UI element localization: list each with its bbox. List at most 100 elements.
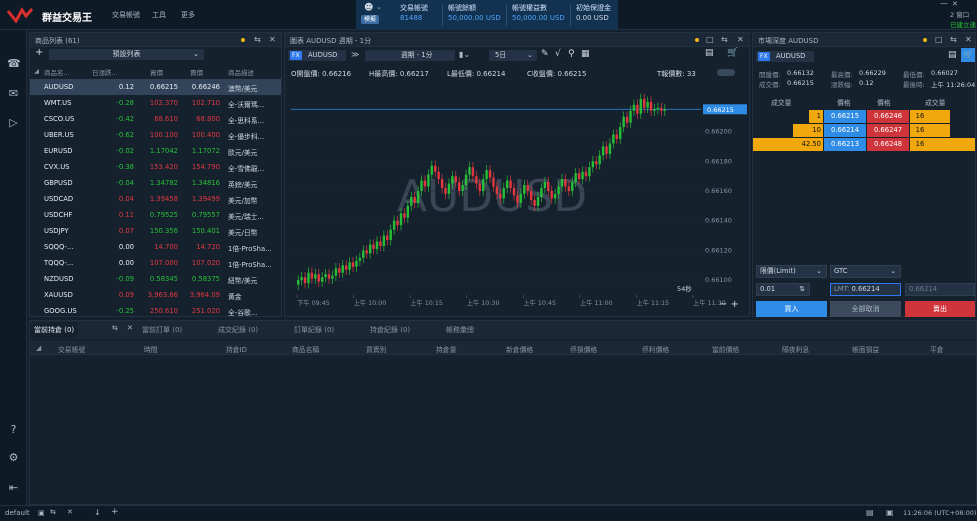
close-icon[interactable]: ✕ bbox=[737, 35, 744, 44]
bar-type-icon[interactable]: ▮⌄ bbox=[459, 50, 470, 59]
depth-symbol-select[interactable]: FX AUDUSD bbox=[756, 51, 814, 62]
product-row[interactable]: GOOG.US -0.25 250.610 251.020 全-谷歌... bbox=[30, 303, 281, 316]
menu-trade-account[interactable]: 交易帳號 bbox=[112, 10, 140, 20]
link-icon[interactable]: ⇆ bbox=[112, 324, 118, 332]
sell-button[interactable]: 賣出 bbox=[905, 301, 975, 317]
cart-icon[interactable]: 🛒 bbox=[727, 48, 738, 58]
positions-tab[interactable]: 成交紀錄 (0) bbox=[214, 322, 262, 338]
close-icon[interactable]: ✕ bbox=[67, 508, 73, 516]
buy-button[interactable]: 買入 bbox=[756, 301, 827, 317]
chart-symbol-select[interactable]: FX AUDUSD bbox=[288, 50, 346, 61]
positions-col[interactable]: 停損價格 bbox=[570, 344, 597, 354]
share-icon[interactable]: ⇆ bbox=[50, 508, 56, 516]
download-icon[interactable]: ↓ bbox=[94, 508, 101, 517]
cart-icon[interactable]: 🛒 bbox=[961, 48, 975, 62]
save-icon[interactable]: ▤ bbox=[705, 48, 714, 58]
positions-col[interactable]: 新倉價格 bbox=[506, 344, 533, 354]
positions-col[interactable]: 商品名稱 bbox=[292, 344, 319, 354]
close-tab-icon[interactable]: ✕ bbox=[127, 324, 133, 332]
bell-icon[interactable]: ☎ bbox=[7, 57, 21, 70]
product-row[interactable]: USDJPY 0.07 150.356 150.401 美元/日幣 bbox=[30, 223, 281, 239]
account-value[interactable]: 81488 bbox=[400, 14, 422, 22]
product-row[interactable]: EURUSD -0.02 1.17042 1.17072 歐元/美元 bbox=[30, 143, 281, 159]
product-row[interactable]: USDCAD 0.04 1.39458 1.39499 美元/加幣 bbox=[30, 191, 281, 207]
product-row[interactable]: UBER.US -0.62 100.100 100.400 全-優步科... bbox=[30, 127, 281, 143]
stop-price-field[interactable]: 0.66214 bbox=[905, 283, 975, 296]
col-bid[interactable]: 買價 bbox=[150, 67, 163, 77]
sort-icon[interactable]: ◢ bbox=[34, 67, 39, 75]
close-icon[interactable]: ✕ bbox=[952, 0, 958, 8]
positions-col[interactable]: 停利價格 bbox=[642, 344, 669, 354]
depth-row[interactable]: 10 0.66214 0.66247 16 bbox=[753, 124, 975, 137]
cancel-all-button[interactable]: 全部取消 bbox=[830, 301, 901, 317]
add-workspace-icon[interactable]: + bbox=[111, 507, 119, 517]
logout-icon[interactable]: ⇤ bbox=[7, 481, 20, 494]
save-icon[interactable]: ▤ bbox=[866, 508, 874, 517]
positions-col[interactable]: 持倉ID bbox=[226, 344, 247, 354]
bid-price[interactable]: 0.66214 bbox=[824, 124, 866, 137]
positions-col[interactable]: 帳面損益 bbox=[852, 344, 879, 354]
positions-tab[interactable]: 當前持倉 (0) bbox=[30, 322, 79, 338]
quantity-stepper[interactable]: 0.01 ⇅ bbox=[756, 283, 810, 296]
range-select[interactable]: 5日 ⌄ bbox=[489, 50, 537, 61]
lock-icon[interactable]: ▣ bbox=[886, 508, 894, 517]
window-count[interactable]: 2 窗口 bbox=[950, 9, 969, 19]
preset-list-select[interactable]: 預設列表 bbox=[49, 49, 204, 60]
ask-price[interactable]: 0.66247 bbox=[867, 124, 909, 137]
col-ask[interactable]: 賣價 bbox=[190, 67, 203, 77]
tif-select[interactable]: GTC ⌄ bbox=[830, 265, 901, 278]
depth-row[interactable]: 42.50 0.66213 0.66248 16 bbox=[753, 138, 975, 151]
menu-tools[interactable]: 工具 bbox=[152, 10, 166, 20]
user-icon[interactable]: ☻ bbox=[364, 3, 373, 13]
candlestick-chart[interactable]: AUDUSD0.662000.661800.661600.661400.6612… bbox=[287, 81, 749, 317]
product-row[interactable]: AUDUSD 0.12 0.66215 0.66246 澳幣/美元 bbox=[30, 79, 281, 95]
restore-icon[interactable]: □ bbox=[935, 35, 943, 44]
positions-col[interactable]: 交易帳號 bbox=[58, 344, 85, 354]
product-row[interactable]: GBPUSD -0.04 1.34782 1.34816 英鎊/美元 bbox=[30, 175, 281, 191]
calendar-icon[interactable]: ▦ bbox=[581, 49, 590, 59]
order-type-select[interactable]: 限價(Limit) ⌄ bbox=[756, 265, 827, 278]
search-icon[interactable]: ⚲ bbox=[568, 49, 575, 59]
product-row[interactable]: WMT.US -0.28 102.370 102.710 全-沃爾瑪... bbox=[30, 95, 281, 111]
draw-line-icon[interactable]: ✎ bbox=[541, 49, 549, 59]
product-row[interactable]: CSCO.US -0.42 68.610 68.800 全-思科系... bbox=[30, 111, 281, 127]
menu-more[interactable]: 更多 bbox=[181, 10, 195, 20]
restore-icon[interactable]: □ bbox=[706, 35, 714, 44]
limit-price-field[interactable]: LMT: 0.66214 bbox=[830, 283, 901, 296]
save-icon[interactable]: ▤ bbox=[948, 50, 957, 60]
workspace-name[interactable]: default bbox=[5, 509, 30, 517]
positions-tab[interactable]: 當前訂單 (0) bbox=[138, 322, 186, 338]
positions-tab[interactable]: 帳務彙總 bbox=[442, 322, 478, 338]
product-row[interactable]: CVX.US -0.38 153.420 154.790 全-雪佛龍... bbox=[30, 159, 281, 175]
sort-icon[interactable]: ◢ bbox=[36, 344, 41, 352]
positions-tab[interactable]: 持倉紀錄 (0) bbox=[366, 322, 414, 338]
mail-icon[interactable]: ✉ bbox=[7, 87, 20, 100]
positions-col[interactable]: 隔夜利息 bbox=[782, 344, 809, 354]
positions-tab[interactable]: 訂單紀錄 (0) bbox=[290, 322, 338, 338]
positions-col[interactable]: 買賣別 bbox=[366, 344, 386, 354]
product-row[interactable]: NZDUSD -0.09 0.58345 0.58375 紐幣/美元 bbox=[30, 271, 281, 287]
link-icon[interactable]: ⇆ bbox=[950, 35, 957, 44]
product-row[interactable]: XAUUSD 0.09 3,963.66 3,964.09 黃金 bbox=[30, 287, 281, 303]
link-icon[interactable]: ⇆ bbox=[254, 35, 261, 44]
depth-row[interactable]: 1 0.66215 0.66246 16 bbox=[753, 110, 975, 123]
double-chevron-icon[interactable]: ≫ bbox=[351, 50, 359, 59]
indicator-icon[interactable]: √ bbox=[555, 49, 561, 59]
product-row[interactable]: USDCHF 0.11 0.79525 0.79557 美元/瑞士... bbox=[30, 207, 281, 223]
col-desc[interactable]: 商品描述 bbox=[228, 67, 254, 77]
ask-price[interactable]: 0.66248 bbox=[867, 138, 909, 151]
positions-col[interactable]: 時間 bbox=[144, 344, 158, 354]
lock-icon[interactable]: ▣ bbox=[38, 509, 45, 517]
ask-price[interactable]: 0.66246 bbox=[867, 110, 909, 123]
link-icon[interactable]: ⇆ bbox=[721, 35, 728, 44]
positions-col[interactable]: 持倉量 bbox=[436, 344, 456, 354]
col-change[interactable]: 日漲跌... bbox=[92, 67, 118, 77]
help-icon[interactable]: ? bbox=[7, 423, 20, 436]
close-icon[interactable]: ✕ bbox=[269, 35, 276, 44]
product-row[interactable]: TQQQ-... 0.00 107.000 107.020 1倍-ProSha... bbox=[30, 255, 281, 271]
minimize-icon[interactable]: — bbox=[940, 0, 948, 8]
col-symbol[interactable]: 商品名... bbox=[44, 67, 70, 77]
bid-price[interactable]: 0.66215 bbox=[824, 110, 866, 123]
video-icon[interactable]: ▷ bbox=[7, 116, 20, 129]
bid-price[interactable]: 0.66213 bbox=[824, 138, 866, 151]
